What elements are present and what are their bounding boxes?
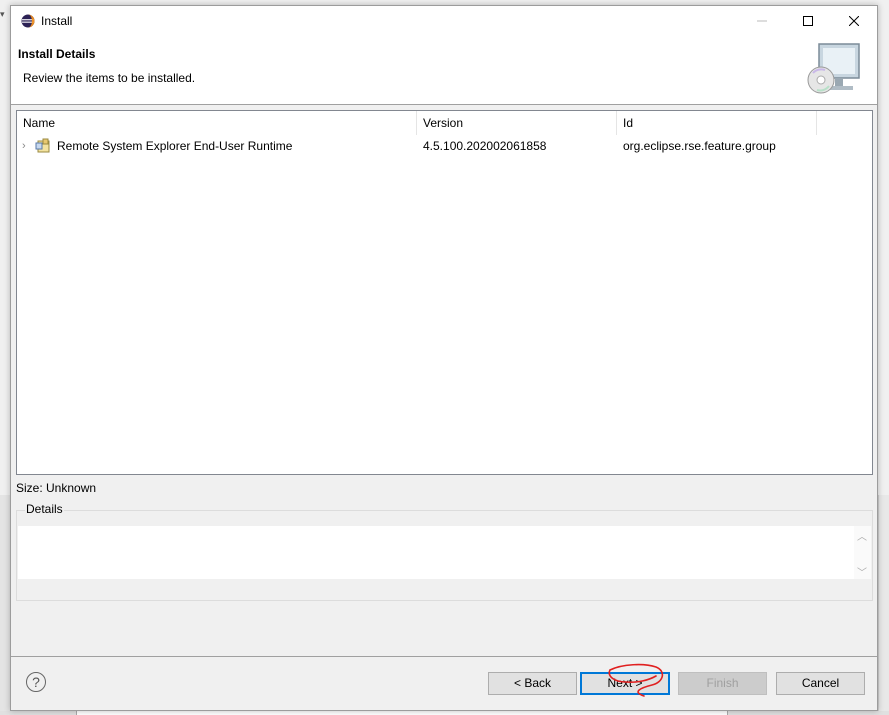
install-items-table[interactable]: Name Version Id › Remote System Explorer… xyxy=(16,110,873,475)
column-header-name[interactable]: Name xyxy=(17,111,417,135)
maximize-icon xyxy=(803,16,813,26)
title-bar: Install xyxy=(11,6,877,36)
eclipse-icon xyxy=(21,14,35,28)
background-panel-right xyxy=(878,495,889,715)
minimize-icon xyxy=(757,20,767,22)
column-header-version[interactable]: Version xyxy=(417,111,617,135)
details-scrollbar[interactable]: ︿ ﹀ xyxy=(854,526,871,579)
details-label: Details xyxy=(25,502,64,516)
chevron-right-icon[interactable]: › xyxy=(22,135,26,157)
background-editor-area xyxy=(76,711,728,715)
install-computer-icon xyxy=(807,43,860,94)
install-dialog: Install Install Details Review the items… xyxy=(10,5,878,711)
scroll-up-icon[interactable]: ︿ xyxy=(857,528,867,543)
help-icon: ? xyxy=(32,674,40,690)
maximize-button[interactable] xyxy=(785,6,831,36)
page-description: Review the items to be installed. xyxy=(23,71,196,85)
page-title: Install Details xyxy=(18,47,96,61)
background-chevron: ▾ xyxy=(0,9,5,19)
close-icon xyxy=(849,16,859,26)
back-button[interactable]: < Back xyxy=(488,672,577,695)
cancel-button[interactable]: Cancel xyxy=(776,672,865,695)
finish-button[interactable]: Finish xyxy=(678,672,767,695)
next-button[interactable]: Next > xyxy=(580,672,670,695)
minimize-button[interactable] xyxy=(739,6,785,36)
cell-id: org.eclipse.rse.feature.group xyxy=(623,139,776,153)
help-button[interactable]: ? xyxy=(26,672,46,692)
wizard-header: Install Details Review the items to be i… xyxy=(11,36,877,105)
button-bar-separator xyxy=(11,656,877,657)
column-header-id[interactable]: Id xyxy=(617,111,817,135)
table-row[interactable]: › Remote System Explorer End-User Runtim… xyxy=(17,135,872,157)
cell-version: 4.5.100.202002061858 xyxy=(423,139,547,153)
size-label: Size: Unknown xyxy=(16,481,97,495)
window-title: Install xyxy=(41,14,73,28)
cell-name: Remote System Explorer End-User Runtime xyxy=(57,139,293,153)
background-panel-left xyxy=(0,495,10,715)
scroll-down-icon[interactable]: ﹀ xyxy=(857,564,867,579)
close-button[interactable] xyxy=(831,6,877,36)
details-textarea[interactable] xyxy=(18,526,854,579)
feature-icon xyxy=(35,138,50,153)
